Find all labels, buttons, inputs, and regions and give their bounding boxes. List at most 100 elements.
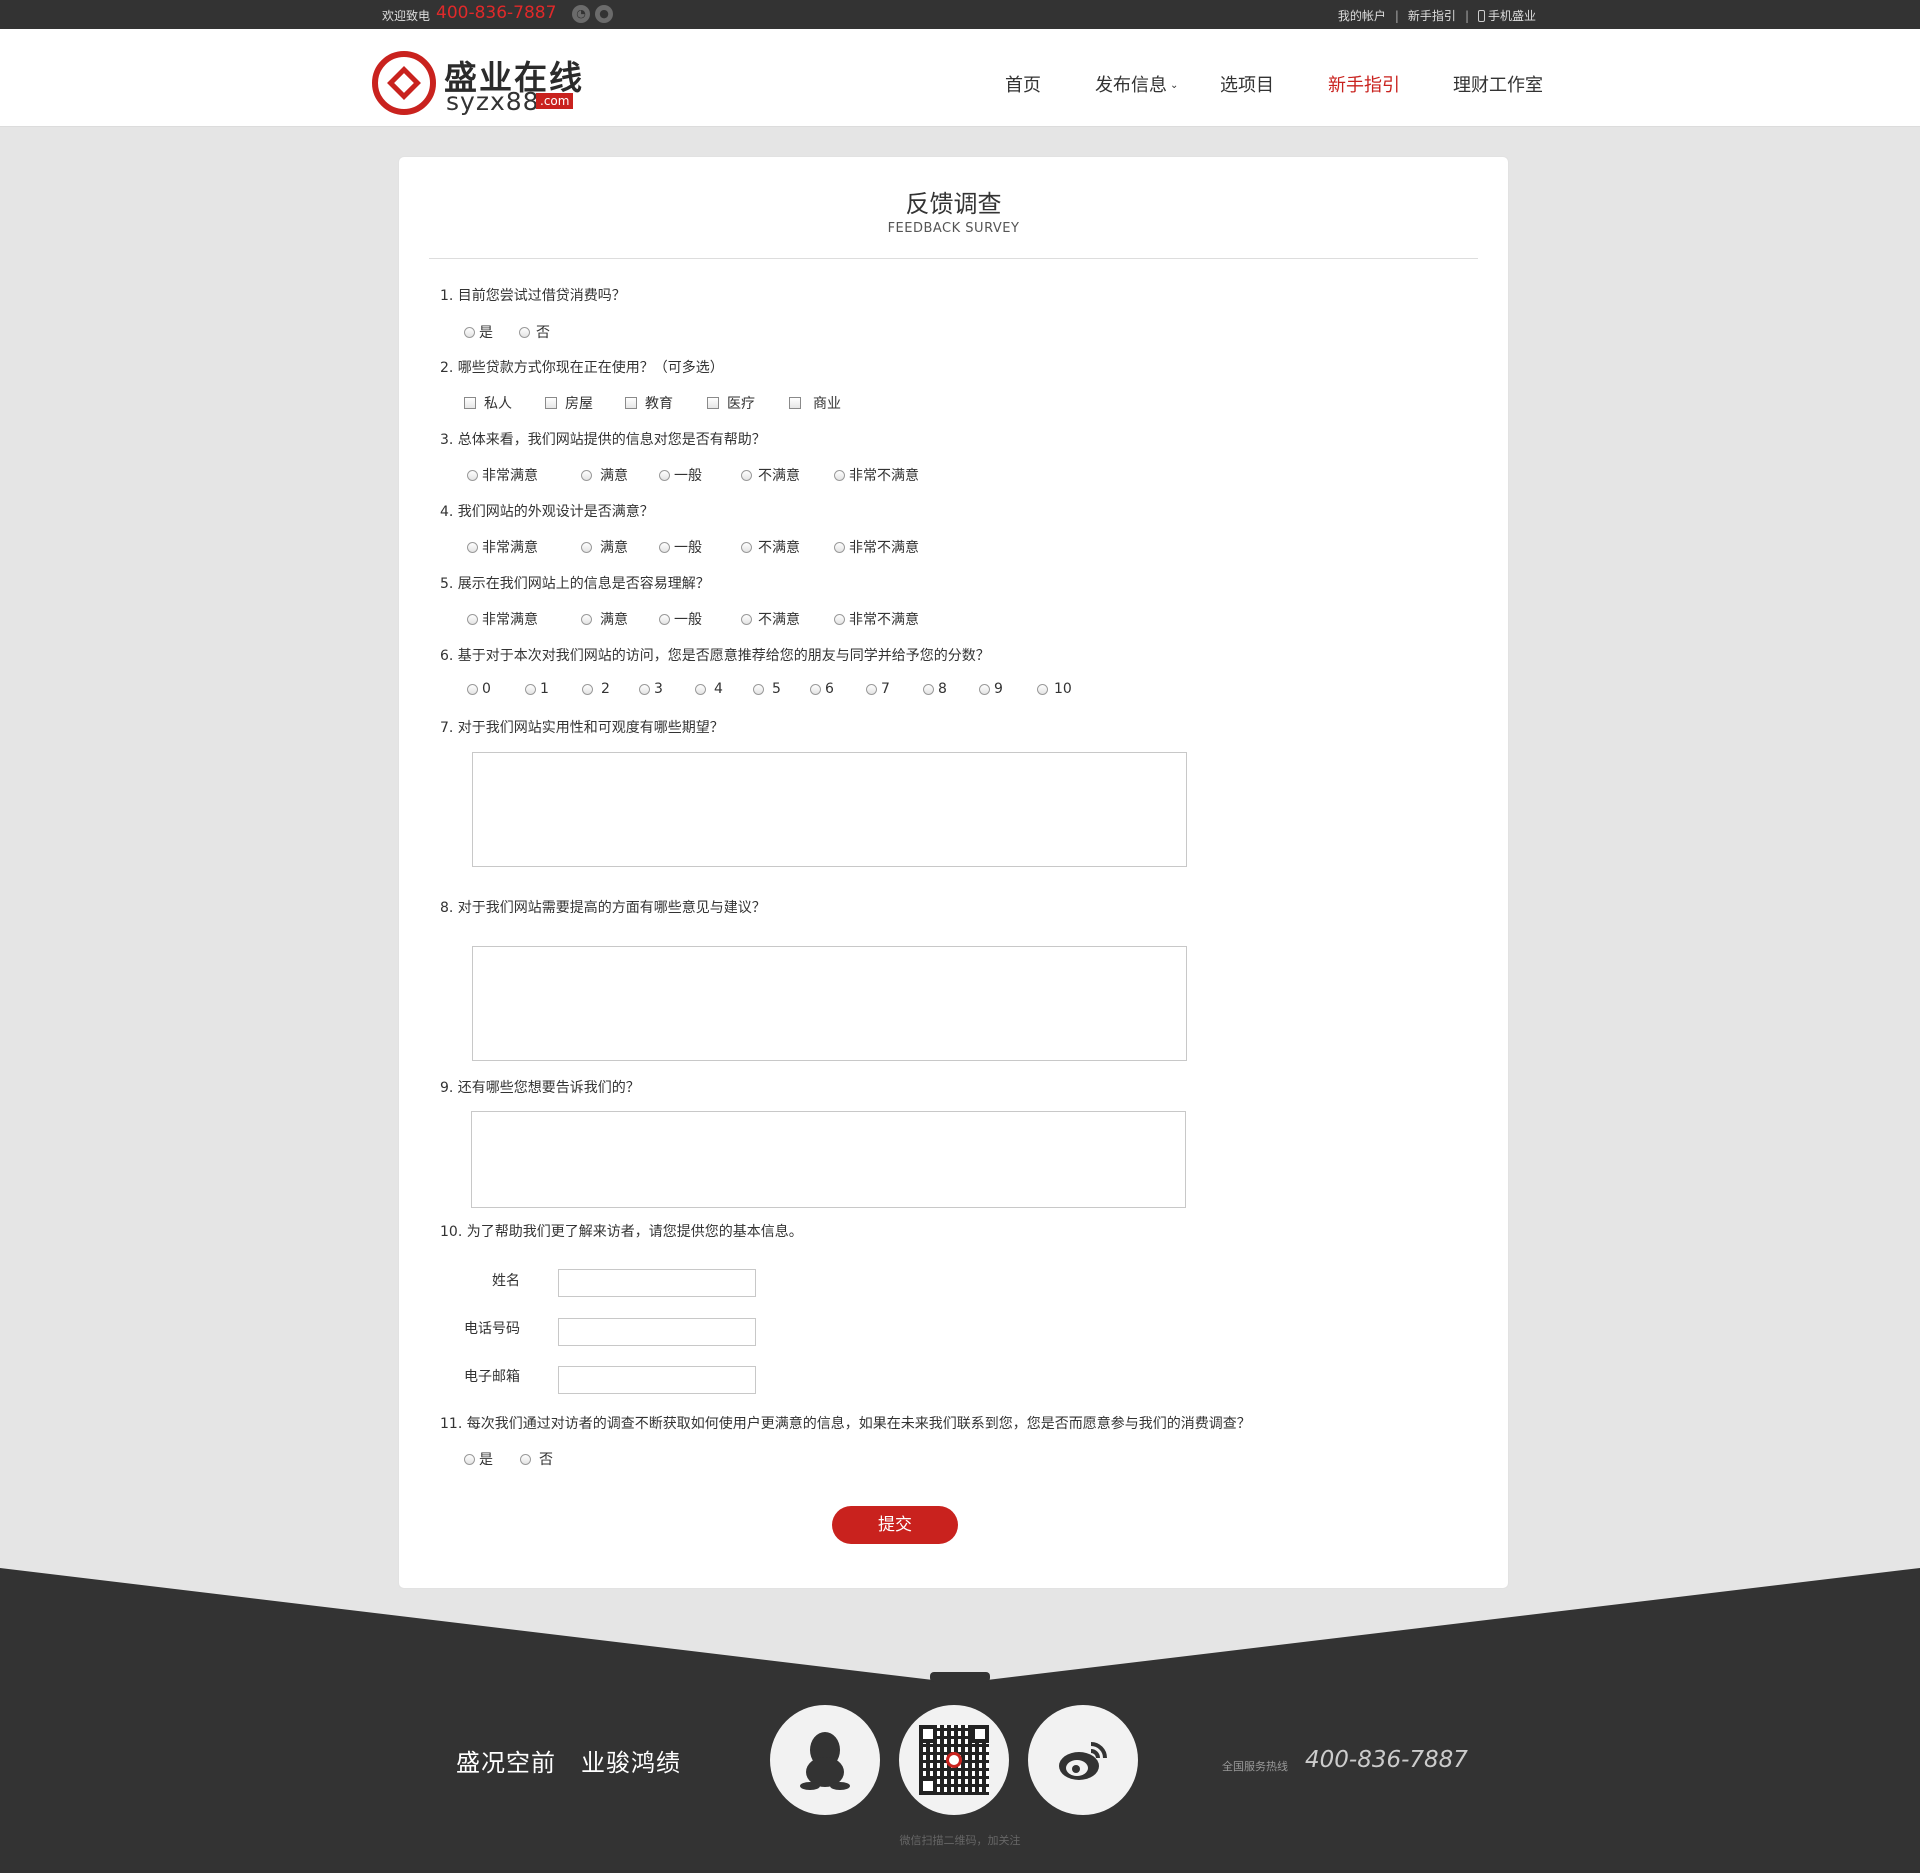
radio-icon[interactable] xyxy=(753,683,764,695)
q5-option-satisfied[interactable]: 满意 xyxy=(581,609,628,629)
radio-icon[interactable] xyxy=(741,541,752,553)
q2-option-business[interactable]: 商业 xyxy=(789,393,841,413)
question-1: 1. 目前您尝试过借贷消费吗？ xyxy=(440,288,626,304)
phone-input[interactable] xyxy=(558,1318,756,1346)
radio-icon[interactable] xyxy=(639,683,650,695)
radio-icon[interactable] xyxy=(464,1453,475,1465)
wechat-qr-code[interactable] xyxy=(899,1705,1009,1815)
radio-icon[interactable] xyxy=(741,613,752,625)
radio-icon[interactable] xyxy=(923,683,934,695)
radio-icon[interactable] xyxy=(581,613,592,625)
email-input[interactable] xyxy=(558,1366,756,1394)
q6-score-3[interactable]: 3 xyxy=(639,681,663,697)
mobile-link[interactable]: 手机盛业 xyxy=(1477,9,1536,23)
q4-option-neutral[interactable]: 一般 xyxy=(659,537,702,557)
q2-option-house[interactable]: 房屋 xyxy=(545,393,593,413)
radio-icon[interactable] xyxy=(659,541,670,553)
nav-home[interactable]: 首页 xyxy=(1005,71,1041,97)
radio-icon[interactable] xyxy=(519,326,530,338)
q4-option-satisfied[interactable]: 满意 xyxy=(581,537,628,557)
q3-option-very-satisfied[interactable]: 非常满意 xyxy=(467,465,538,485)
checkbox-icon[interactable] xyxy=(545,397,557,409)
q2-option-medical[interactable]: 医疗 xyxy=(707,393,755,413)
nav-studio[interactable]: 理财工作室 xyxy=(1453,71,1543,97)
site-logo[interactable]: 盛业在线 syzx88 .com xyxy=(372,51,592,116)
q3-option-neutral[interactable]: 一般 xyxy=(659,465,702,485)
radio-icon[interactable] xyxy=(467,541,478,553)
radio-icon[interactable] xyxy=(695,683,706,695)
radio-icon[interactable] xyxy=(866,683,877,695)
q5-option-neutral[interactable]: 一般 xyxy=(659,609,702,629)
radio-icon[interactable] xyxy=(834,613,845,625)
q6-score-8[interactable]: 8 xyxy=(923,681,947,697)
qq-icon xyxy=(800,1732,850,1790)
q4-option-unsatisfied[interactable]: 不满意 xyxy=(741,537,800,557)
submit-button[interactable]: 提交 xyxy=(832,1506,958,1544)
radio-icon[interactable] xyxy=(520,1453,531,1465)
radio-icon[interactable] xyxy=(741,469,752,481)
q3-option-satisfied[interactable]: 满意 xyxy=(581,465,628,485)
qq-button[interactable] xyxy=(770,1705,880,1815)
checkbox-icon[interactable] xyxy=(464,397,476,409)
chevron-down-icon: ⌄ xyxy=(1170,80,1179,91)
qq-small-icon[interactable]: ● xyxy=(595,5,613,23)
q4-option-very-satisfied[interactable]: 非常满意 xyxy=(467,537,538,557)
q2-option-label: 私人 xyxy=(484,396,512,412)
q4-option-label: 非常不满意 xyxy=(849,540,919,556)
weibo-button[interactable] xyxy=(1028,1705,1138,1815)
q3-option-unsatisfied[interactable]: 不满意 xyxy=(741,465,800,485)
name-input[interactable] xyxy=(558,1269,756,1297)
q7-textarea[interactable] xyxy=(472,752,1187,867)
my-account-link[interactable]: 我的帐户 xyxy=(1338,9,1386,23)
radio-icon[interactable] xyxy=(834,469,845,481)
wechat-icon[interactable]: ◔ xyxy=(572,5,590,23)
q2-option-education[interactable]: 教育 xyxy=(625,393,673,413)
q6-score-1[interactable]: 1 xyxy=(525,681,549,697)
q5-option-very-satisfied[interactable]: 非常满意 xyxy=(467,609,538,629)
q3-option-label: 非常不满意 xyxy=(849,468,919,484)
q5-option-unsatisfied[interactable]: 不满意 xyxy=(741,609,800,629)
radio-icon[interactable] xyxy=(834,541,845,553)
q1-option-yes[interactable]: 是 xyxy=(464,322,493,342)
radio-icon[interactable] xyxy=(467,469,478,481)
q6-score-6[interactable]: 6 xyxy=(810,681,834,697)
radio-icon[interactable] xyxy=(810,683,821,695)
newbie-guide-link[interactable]: 新手指引 xyxy=(1408,9,1456,23)
q6-score-5[interactable]: 5 xyxy=(753,681,781,697)
nav-newbie-guide[interactable]: 新手指引 xyxy=(1328,71,1400,97)
q6-score-0[interactable]: 0 xyxy=(467,681,491,697)
radio-icon[interactable] xyxy=(659,613,670,625)
radio-icon[interactable] xyxy=(581,541,592,553)
q9-textarea[interactable] xyxy=(471,1111,1186,1208)
q11-option-label: 是 xyxy=(479,1452,493,1468)
radio-icon[interactable] xyxy=(979,683,990,695)
radio-icon[interactable] xyxy=(581,469,592,481)
radio-icon[interactable] xyxy=(467,683,478,695)
radio-icon[interactable] xyxy=(582,683,593,695)
checkbox-icon[interactable] xyxy=(625,397,637,409)
q2-option-private[interactable]: 私人 xyxy=(464,393,512,413)
nav-publish[interactable]: 发布信息 ⌄ xyxy=(1095,71,1178,97)
checkbox-icon[interactable] xyxy=(789,397,801,409)
q6-score-2[interactable]: 2 xyxy=(582,681,610,697)
nav-projects[interactable]: 选项目 xyxy=(1220,71,1274,97)
q5-option-very-unsatisfied[interactable]: 非常不满意 xyxy=(834,609,919,629)
radio-icon[interactable] xyxy=(659,469,670,481)
radio-icon[interactable] xyxy=(467,613,478,625)
q1-option-label: 否 xyxy=(536,325,550,341)
q11-option-yes[interactable]: 是 xyxy=(464,1449,493,1469)
radio-icon[interactable] xyxy=(525,683,536,695)
q1-option-no[interactable]: 否 xyxy=(519,322,550,342)
q3-option-very-unsatisfied[interactable]: 非常不满意 xyxy=(834,465,919,485)
q6-score-7[interactable]: 7 xyxy=(866,681,890,697)
radio-icon[interactable] xyxy=(1037,683,1048,695)
q4-option-very-unsatisfied[interactable]: 非常不满意 xyxy=(834,537,919,557)
radio-icon[interactable] xyxy=(464,326,475,338)
q6-score-4[interactable]: 4 xyxy=(695,681,723,697)
q8-textarea[interactable] xyxy=(472,946,1187,1061)
q6-score-label: 7 xyxy=(881,681,890,697)
checkbox-icon[interactable] xyxy=(707,397,719,409)
q6-score-10[interactable]: 10 xyxy=(1037,681,1072,697)
q11-option-no[interactable]: 否 xyxy=(520,1449,553,1469)
q6-score-9[interactable]: 9 xyxy=(979,681,1003,697)
